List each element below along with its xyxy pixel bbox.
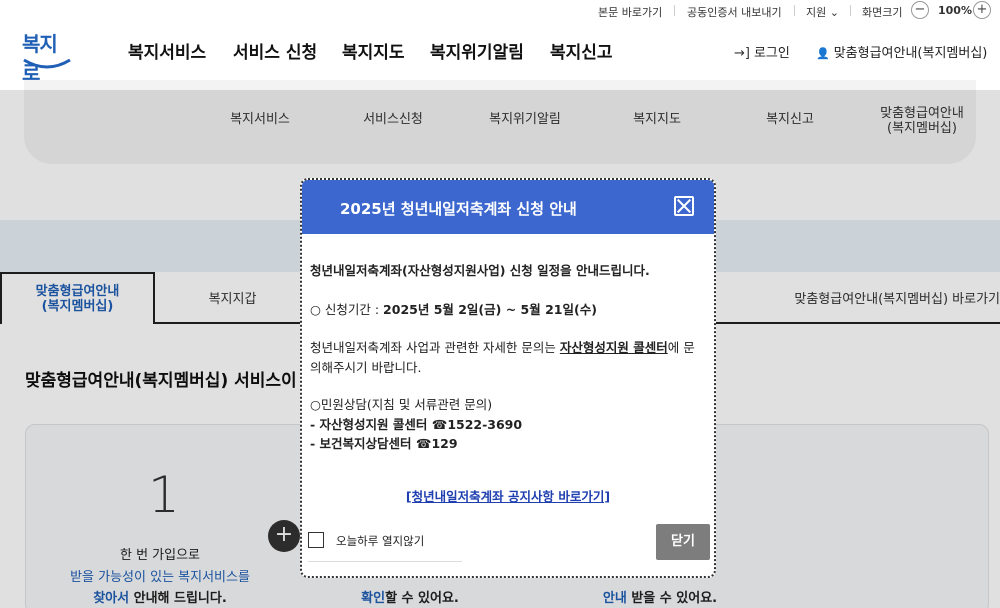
modal-info-line1: 청년내일저축계좌 사업과 관련한 자세한 문의는 자산형성지원 콜센터에 문 <box>310 339 695 357</box>
cert-export-link[interactable]: 공동인증서 내보내기 <box>687 4 782 20</box>
zoom-in-button[interactable]: + <box>973 1 991 19</box>
modal-call-1: - 자산형성지원 콜센터 ☎1522-3690 <box>310 417 523 432</box>
modal-header: 2025년 청년내일저축계좌 신청 안내 <box>302 180 714 234</box>
dont-show-label: 오늘하루 열지않기 <box>336 534 425 548</box>
language-dropdown[interactable]: 지원 ⌄ <box>806 4 839 20</box>
screen-size-label: 화면크기 <box>862 6 903 19</box>
logo-smile-icon <box>23 58 71 69</box>
utility-bar: 본문 바로가기 공동인증서 내보내기 지원 ⌄ 화면크기 − 100% + <box>0 0 1000 22</box>
language-label: 지원 <box>806 6 827 19</box>
dont-show-today[interactable]: 오늘하루 열지않기 <box>308 530 462 562</box>
dont-show-checkbox[interactable] <box>308 532 324 548</box>
zoom-level: 100% <box>938 4 972 17</box>
modal-info-line2: 의해주시기 바랍니다. <box>310 360 422 375</box>
info-text-end: 에 문 <box>667 340 695 355</box>
skip-to-content-link[interactable]: 본문 바로가기 <box>598 4 662 20</box>
modal-consult: ○민원상담(지침 및 서류관련 문의) <box>310 397 493 412</box>
chevron-down-icon: ⌄ <box>829 6 839 19</box>
zoom-out-button[interactable]: − <box>911 1 929 19</box>
modal-intro: 청년내일저축계좌(자산형성지원사업) 신청 일정을 안내드립니다. <box>310 263 650 278</box>
divider <box>674 5 675 16</box>
modal-title: 2025년 청년내일저축계좌 신청 안내 <box>340 200 577 218</box>
user-add-icon: 👤 <box>816 47 830 60</box>
membership-label: 맞춤형급여안내(복지멤버십) <box>833 46 988 61</box>
gnb-service-apply[interactable]: 서비스 신청 <box>233 38 317 63</box>
gnb-crisis-alert[interactable]: 복지위기알림 <box>430 38 524 63</box>
logo-text: 복지로 <box>22 32 58 85</box>
period-value: 2025년 5월 2일(금) ~ 5월 21일(수) <box>383 302 597 317</box>
login-link[interactable]: →] 로그인 <box>734 42 790 61</box>
gnb-welfare-service[interactable]: 복지서비스 <box>128 38 206 63</box>
gnb-welfare-report[interactable]: 복지신고 <box>550 38 613 63</box>
close-icon[interactable] <box>674 196 694 216</box>
gnb-welfare-map[interactable]: 복지지도 <box>342 38 405 63</box>
login-label: 로그인 <box>753 46 790 61</box>
membership-link[interactable]: 👤 맞춤형급여안내(복지멤버십) <box>816 42 987 61</box>
close-button[interactable]: 닫기 <box>656 524 710 560</box>
divider <box>794 5 795 16</box>
callcenter-emphasis: 자산형성지원 콜센터 <box>559 340 668 355</box>
period-label: ○ 신청기간 : <box>310 302 384 317</box>
info-text: 청년내일저축계좌 사업과 관련한 자세한 문의는 <box>310 340 560 355</box>
notice-modal: 2025년 청년내일저축계좌 신청 안내 청년내일저축계좌(자산형성지원사업) … <box>300 178 716 578</box>
modal-call-2: - 보건복지상담센터 ☎129 <box>310 436 458 451</box>
login-icon: →] <box>734 46 750 61</box>
modal-period: ○ 신청기간 : 2025년 5월 2일(금) ~ 5월 21일(수) <box>310 301 597 319</box>
site-logo[interactable]: 복지로 <box>22 28 72 85</box>
divider <box>850 5 851 16</box>
notice-link[interactable]: [청년내일저축계좌 공지사항 바로가기] <box>302 486 714 505</box>
